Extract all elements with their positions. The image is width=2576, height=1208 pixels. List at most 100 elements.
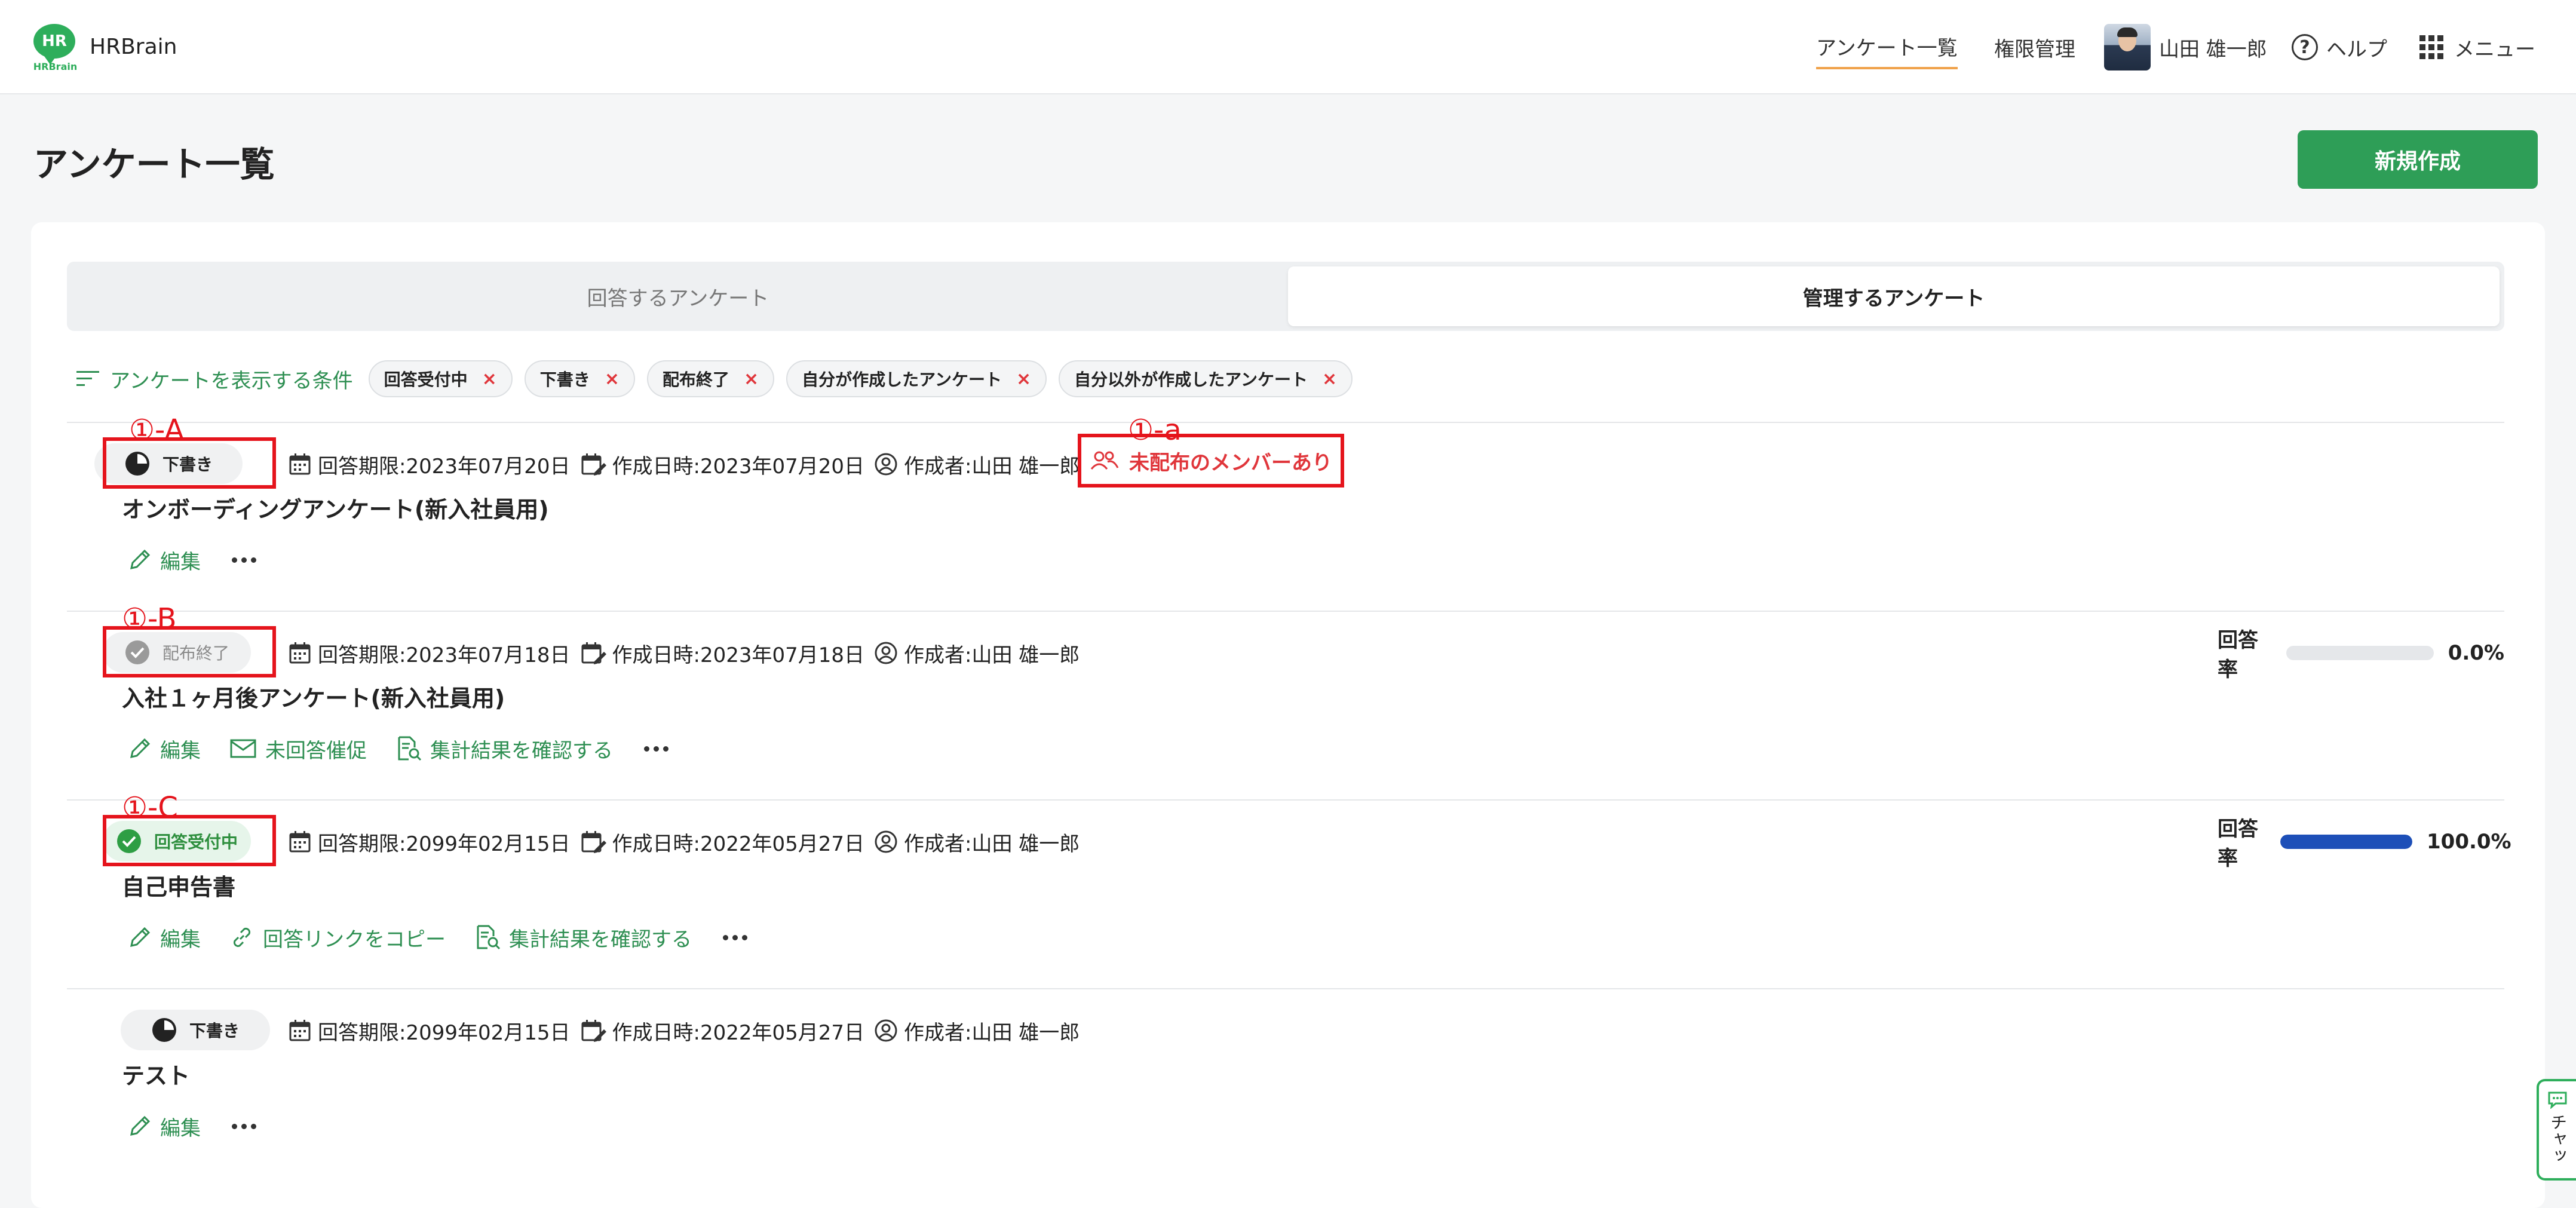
chat-label: チャッ	[2548, 1114, 2568, 1164]
rate-progress-fill	[2280, 835, 2412, 849]
survey-title[interactable]: 自己申告書	[122, 869, 235, 902]
link-icon	[233, 927, 251, 948]
survey-row: ①-B 配布終了 回答期限:2023年07月18日 作成日時:2023年07月1…	[67, 602, 2504, 821]
author-text: 作成者:山田 雄一郎	[904, 643, 1080, 667]
survey-tabs: 回答するアンケート 管理するアンケート	[67, 262, 2504, 331]
draft-status-icon	[151, 1017, 177, 1043]
user-menu[interactable]: 山田 雄一郎	[2104, 0, 2267, 94]
nav-survey-list-label: アンケート一覧	[1816, 32, 1958, 69]
tab-answer-surveys[interactable]: 回答するアンケート	[72, 266, 1284, 326]
more-options-icon[interactable]	[638, 740, 674, 758]
help-icon: ?	[2292, 34, 2318, 60]
response-rate: 回答率 100.0%	[2218, 817, 2511, 870]
divider	[67, 611, 2504, 612]
edit-button[interactable]: 編集	[128, 923, 201, 952]
chip-label: 自分が作成したアンケート	[802, 370, 1002, 390]
more-options-icon[interactable]	[226, 1118, 262, 1135]
edit-button[interactable]: 編集	[128, 734, 201, 764]
response-rate: 回答率 0.0%	[2218, 628, 2504, 682]
chip-remove-icon[interactable]: ×	[482, 369, 497, 390]
deadline-text: 回答期限:2023年07月20日	[318, 454, 571, 479]
nav-menu[interactable]: メニュー	[2419, 0, 2535, 94]
rate-label: 回答率	[2218, 628, 2258, 682]
survey-title[interactable]: 入社１ヶ月後アンケート(新入社員用)	[122, 680, 505, 713]
divider	[67, 422, 2504, 423]
copy-link-button[interactable]: 回答リンクをコピー	[229, 923, 446, 952]
chat-widget-tab[interactable]: チャッ	[2537, 1079, 2576, 1181]
deadline: 回答期限:2023年07月20日	[288, 450, 571, 479]
user-circle-icon	[875, 830, 897, 853]
nav-permissions-label: 権限管理	[1994, 37, 2075, 62]
chip-label: 配布終了	[662, 370, 729, 390]
filter-label: アンケートを表示する条件	[110, 369, 353, 393]
hrbrain-logo[interactable]: HR HRBrain	[30, 24, 81, 73]
author-text: 作成者:山田 雄一郎	[904, 454, 1080, 479]
survey-actions: 編集	[128, 1105, 262, 1147]
calendar-icon	[289, 831, 311, 853]
pencil-icon	[130, 927, 151, 947]
more-options-icon[interactable]	[717, 929, 753, 946]
highlight-box	[103, 815, 276, 866]
nav-help[interactable]: ? ヘルプ	[2292, 0, 2387, 94]
filter-chip-draft: 下書き ×	[524, 360, 635, 397]
calendar-icon	[289, 453, 311, 475]
pencil-icon	[130, 549, 151, 569]
survey-row: 下書き 回答期限:2099年02月15日 作成日時:2022年05月27日 作成…	[67, 1010, 2504, 1198]
chip-label: 自分以外が作成したアンケート	[1074, 370, 1308, 390]
chip-remove-icon[interactable]: ×	[1016, 369, 1031, 390]
avatar	[2104, 24, 2151, 70]
rate-value: 0.0%	[2448, 641, 2504, 665]
chip-remove-icon[interactable]: ×	[605, 369, 620, 390]
rate-value: 100.0%	[2427, 830, 2511, 854]
author: 作成者:山田 雄一郎	[874, 827, 1080, 857]
highlight-box	[103, 626, 276, 677]
chip-remove-icon[interactable]: ×	[744, 369, 759, 390]
new-survey-button[interactable]: 新規作成	[2298, 130, 2538, 189]
chip-remove-icon[interactable]: ×	[1322, 369, 1337, 390]
edit-button[interactable]: 編集	[128, 1112, 201, 1141]
survey-meta: 回答期限:2023年07月18日 作成日時:2023年07月18日 作成者:山田…	[288, 632, 1089, 674]
deadline-text: 回答期限:2023年07月18日	[318, 643, 571, 667]
calendar-icon	[289, 1020, 311, 1041]
view-results-button[interactable]: 集計結果を確認する	[395, 734, 613, 764]
edit-button[interactable]: 編集	[128, 545, 201, 575]
page-title: アンケート一覧	[33, 144, 275, 185]
edit-label: 編集	[160, 927, 201, 952]
calendar-edit-icon	[581, 1020, 606, 1042]
nav-permissions[interactable]: 権限管理	[1994, 0, 2075, 94]
survey-actions: 編集	[128, 539, 262, 581]
remind-button[interactable]: 未回答催促	[229, 734, 367, 764]
created: 作成日時:2022年05月27日	[580, 827, 864, 857]
filter-conditions-button[interactable]: アンケートを表示する条件	[76, 364, 353, 394]
logo-subtext: HRBrain	[33, 61, 78, 72]
tab-manage-surveys[interactable]: 管理するアンケート	[1288, 266, 2500, 326]
deadline-text: 回答期限:2099年02月15日	[318, 832, 571, 856]
calendar-edit-icon	[581, 453, 606, 476]
nav-survey-list[interactable]: アンケート一覧	[1816, 0, 1958, 94]
remind-label: 未回答催促	[265, 738, 367, 763]
survey-title[interactable]: テスト	[122, 1057, 190, 1090]
survey-list-card: 回答するアンケート 管理するアンケート アンケートを表示する条件 回答受付中 ×…	[31, 222, 2545, 1208]
status-badge: 下書き	[121, 1010, 270, 1050]
user-circle-icon	[875, 642, 897, 664]
created: 作成日時:2022年05月27日	[580, 1016, 865, 1045]
user-name: 山田 雄一郎	[2159, 37, 2267, 62]
calendar-icon	[289, 642, 311, 664]
created: 作成日時:2023年07月20日	[580, 450, 864, 479]
created-text: 作成日時:2022年05月27日	[612, 1020, 865, 1045]
document-search-icon	[477, 925, 501, 950]
highlight-box	[103, 437, 276, 489]
survey-meta: 回答期限:2023年07月20日 作成日時:2023年07月20日 作成者:山田…	[288, 443, 1089, 485]
chip-label: 回答受付中	[384, 370, 468, 390]
more-options-icon[interactable]	[226, 551, 262, 569]
survey-title[interactable]: オンボーディングアンケート(新入社員用)	[122, 491, 549, 524]
deadline: 回答期限:2023年07月18日	[288, 639, 571, 668]
view-results-button[interactable]: 集計結果を確認する	[474, 923, 692, 952]
divider	[67, 988, 2504, 989]
unassigned-label: 未配布のメンバーあり	[1129, 450, 1332, 475]
filter-lines-icon	[76, 371, 99, 386]
survey-meta: 回答期限:2099年02月15日 作成日時:2022年05月27日 作成者:山田…	[288, 821, 1089, 863]
status-label: 下書き	[189, 1021, 240, 1041]
nav-help-label: ヘルプ	[2326, 37, 2387, 62]
unassigned-members-alert[interactable]: 未配布のメンバーあり	[1078, 434, 1344, 488]
